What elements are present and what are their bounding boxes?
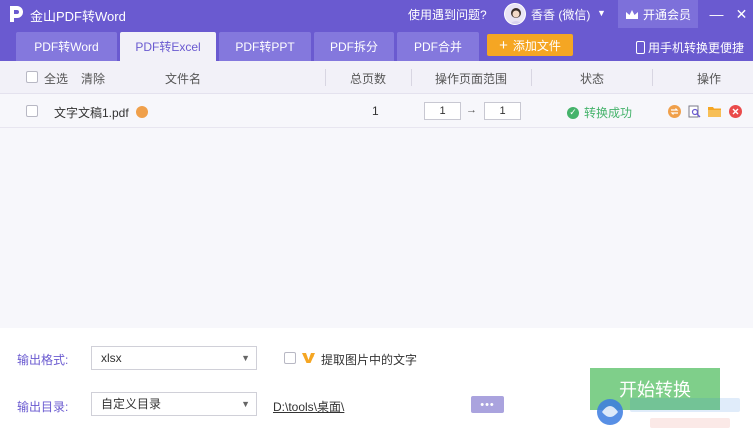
clear-button[interactable]: 清除: [81, 70, 105, 87]
crown-icon: [625, 9, 638, 19]
select-all-checkbox[interactable]: [26, 71, 38, 83]
minimize-icon[interactable]: —: [703, 0, 730, 28]
output-dir-select[interactable]: 自定义目录 ▼: [91, 392, 257, 416]
app-logo-icon: [10, 6, 23, 22]
output-format-label: 输出格式:: [17, 353, 69, 367]
output-settings-panel: 输出格式: xlsx ▼ P 提取图片中的文字 输出目录: 自定义目录 ▼ D:…: [0, 328, 753, 438]
title-bar: 金山PDF转Word 使用遇到问题? 香香 (微信) ▼ 开通会员 — ✕: [0, 0, 753, 28]
column-divider: [325, 69, 326, 86]
extract-text-checkbox[interactable]: [284, 352, 296, 364]
start-convert-button[interactable]: 开始转换: [590, 368, 720, 410]
app-title: 金山PDF转Word: [30, 9, 126, 24]
column-divider: [652, 69, 653, 86]
close-icon[interactable]: ✕: [728, 0, 753, 28]
column-actions: 操作: [697, 72, 722, 86]
output-dir-value: 自定义目录: [101, 397, 162, 411]
svg-text:P: P: [310, 355, 314, 361]
status-badge: ✓ 转换成功: [567, 104, 632, 121]
delete-icon[interactable]: [729, 105, 742, 118]
username[interactable]: 香香 (微信): [531, 6, 590, 23]
range-from-input[interactable]: 1: [424, 102, 461, 120]
output-format-value: xlsx: [101, 351, 122, 365]
output-dir-label: 输出目录:: [17, 400, 69, 414]
tab-pdf-split[interactable]: PDF拆分: [314, 32, 394, 61]
browse-button[interactable]: •••: [471, 396, 504, 413]
tab-pdf-to-word[interactable]: PDF转Word: [16, 32, 117, 61]
column-filename: 文件名: [165, 72, 202, 86]
help-link[interactable]: 使用遇到问题?: [408, 6, 487, 23]
preview-icon[interactable]: [688, 105, 701, 118]
range-arrow: →: [466, 104, 477, 116]
column-page-range: 操作页面范围: [435, 72, 508, 86]
output-path-link[interactable]: D:\tools\桌面\: [273, 398, 344, 415]
range-to-input[interactable]: 1: [484, 102, 521, 120]
file-table-header: 全选 清除 文件名 总页数 操作页面范围 状态 操作: [0, 61, 753, 94]
extract-text-label[interactable]: 提取图片中的文字: [321, 351, 417, 368]
chevron-down-icon[interactable]: ▼: [597, 8, 606, 18]
phone-convert-link[interactable]: 用手机转换更便捷: [636, 39, 744, 56]
convert-icon[interactable]: [668, 105, 681, 118]
tab-pdf-to-excel[interactable]: PDF转Excel: [120, 32, 216, 61]
chevron-down-icon: ▼: [241, 399, 250, 409]
chevron-down-icon: ▼: [241, 353, 250, 363]
total-pages: 1: [372, 104, 379, 118]
phone-link-label: 用手机转换更便捷: [648, 41, 745, 55]
tab-pdf-to-ppt[interactable]: PDF转PPT: [219, 32, 311, 61]
tab-pdf-merge[interactable]: PDF合并: [397, 32, 479, 61]
vip-label: 开通会员: [642, 7, 691, 22]
table-row[interactable]: 文字文稿1.pdf 1 1 → 1 ✓ 转换成功: [0, 94, 753, 128]
avatar[interactable]: [504, 3, 526, 25]
vip-button[interactable]: 开通会员: [618, 0, 698, 28]
select-all-label[interactable]: 全选: [44, 70, 68, 87]
column-total-pages: 总页数: [350, 72, 387, 86]
output-format-select[interactable]: xlsx ▼: [91, 346, 257, 370]
add-file-button[interactable]: + 添加文件: [487, 34, 573, 56]
vip-icon: P: [302, 353, 315, 363]
file-table-body: 文字文稿1.pdf 1 1 → 1 ✓ 转换成功: [0, 94, 753, 328]
add-file-label: 添加文件: [512, 38, 561, 53]
pdf-icon: [136, 106, 148, 118]
row-checkbox[interactable]: [26, 105, 38, 117]
status-text: 转换成功: [584, 106, 633, 120]
check-icon: ✓: [567, 106, 579, 119]
plus-icon: +: [499, 36, 508, 54]
column-divider: [411, 69, 412, 86]
column-divider: [531, 69, 532, 86]
folder-icon[interactable]: [707, 105, 722, 118]
phone-icon: [636, 41, 645, 54]
column-status: 状态: [580, 72, 605, 86]
tab-bar: PDF转Word PDF转Excel PDF转PPT PDF拆分 PDF合并 +…: [0, 28, 753, 61]
file-name: 文字文稿1.pdf: [54, 106, 129, 120]
